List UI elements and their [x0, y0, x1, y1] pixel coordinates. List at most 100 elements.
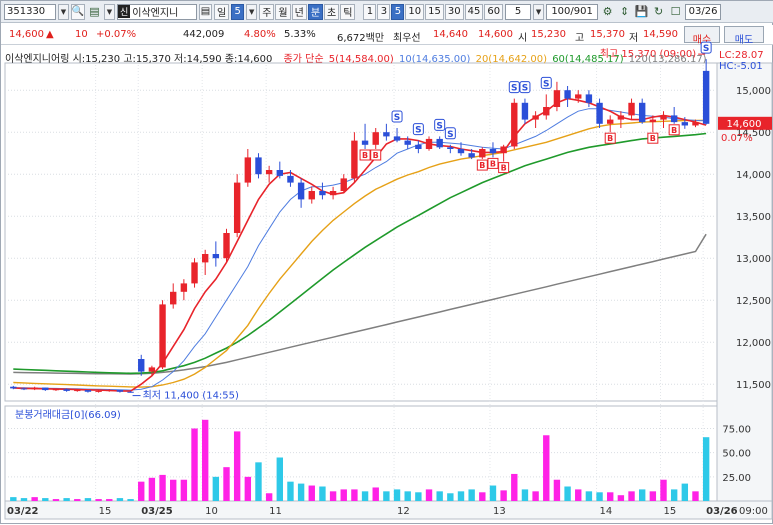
volume-bar [106, 499, 113, 501]
volume-bar [468, 489, 475, 501]
volume-bar [575, 489, 582, 501]
volume-bar [638, 489, 646, 501]
volume-bar [553, 479, 561, 501]
candle-body [20, 388, 28, 390]
volume-bar [361, 491, 369, 501]
candle-body [138, 359, 145, 372]
volume-bar [233, 431, 241, 501]
legend-ma20: 20(14,642.00) [475, 54, 547, 65]
candle-body [95, 390, 102, 392]
volume-bar [74, 499, 81, 501]
sell-signal-text: S [394, 113, 400, 123]
candle-body [84, 390, 92, 392]
current-change-pct: 0.07% [721, 133, 753, 144]
time-axis [4, 500, 773, 520]
time-tick-label: 15 [664, 506, 677, 517]
buy-signal-marker: B [370, 149, 382, 161]
volume-bar [42, 498, 49, 501]
volume-bar [116, 498, 124, 501]
volume-bar [10, 497, 17, 501]
candle-body [638, 102, 646, 123]
candle-body [500, 146, 507, 154]
volume-bar [511, 473, 518, 501]
sell-signal-marker: S [519, 81, 531, 94]
low-price-note: 최저 11,400 (14:55) [143, 390, 239, 402]
volume-bar [52, 499, 60, 501]
sell-signal-text: S [415, 126, 421, 136]
candle-body [585, 94, 593, 103]
candle-body [351, 140, 358, 179]
legend-ma5: 5(14,584.00) [328, 54, 394, 65]
time-tick-label: 13 [493, 506, 506, 517]
volume-pane-title: 분봉거래대금[0](66.09) [15, 409, 121, 421]
volume-bar [628, 491, 635, 501]
buy-signal-marker: B [647, 132, 659, 144]
volume-bar [127, 499, 134, 501]
candle-body [180, 283, 188, 292]
legend-lc: LC:28.07 [719, 50, 764, 61]
candle-body [447, 147, 454, 149]
candle-body [564, 90, 571, 99]
volume-bar [340, 489, 347, 501]
legend-ma10: 10(14,635.00) [398, 54, 471, 65]
price-tick-label: 13,000 [736, 254, 771, 265]
candle-body [553, 90, 561, 107]
volume-bar [31, 497, 38, 501]
buy-signal-text: B [607, 134, 613, 143]
candle-body [404, 140, 411, 145]
candle-body [127, 391, 134, 393]
candle-body [670, 115, 678, 123]
volume-tick-label: 50.00 [722, 449, 751, 460]
buy-signal-text: B [362, 151, 368, 160]
volume-bar [255, 462, 262, 501]
candle-body [511, 102, 518, 147]
current-price-tag-text: 14,600 [727, 119, 762, 130]
volume-bar [351, 489, 358, 501]
price-tick-label: 11,500 [736, 380, 771, 391]
candle-body [297, 182, 305, 200]
sell-signal-text: S [522, 84, 528, 94]
volume-tick-label: 75.00 [722, 425, 751, 436]
sell-signal-marker: S [508, 81, 520, 94]
sell-signal-marker: S [434, 118, 446, 131]
volume-bar [617, 495, 625, 501]
volume-bar [585, 491, 593, 501]
time-tick-label: 03/22 [7, 506, 39, 517]
candle-body [575, 94, 582, 99]
candle-body [276, 170, 283, 176]
volume-bar [670, 489, 678, 501]
time-tick-label: 09:00 [739, 506, 768, 517]
legend-ma60: 60(14,485.17) [552, 54, 624, 65]
volume-bar [20, 498, 28, 501]
candle-body [479, 149, 486, 158]
volume-bar [287, 481, 294, 501]
volume-bar [308, 485, 315, 501]
candle-body [329, 191, 337, 196]
volume-bar [447, 493, 454, 501]
time-tick-label: 14 [600, 506, 613, 517]
buy-signal-marker: B [476, 159, 488, 171]
volume-bar [84, 498, 92, 501]
volume-bar [500, 490, 507, 501]
legend-ma120: 120(13,286.17) [628, 54, 707, 65]
sell-signal-marker: S [540, 76, 552, 89]
buy-signal-text: B [650, 134, 656, 143]
legend-close-type: 종가 단순 [283, 54, 324, 65]
volume-bar [564, 486, 571, 501]
volume-bar [383, 491, 390, 501]
candle-body [244, 157, 252, 183]
legend-ohlc: 이삭엔지니어링 시:15,230 고:15,370 저:14,590 종:14,… [5, 54, 273, 65]
candle-body [10, 386, 17, 389]
time-tick-label: 03/25 [141, 506, 173, 517]
volume-bar [148, 477, 156, 501]
volume-bar [404, 491, 411, 501]
buy-signal-marker: B [498, 162, 510, 174]
volume-bar [265, 493, 273, 501]
volume-bar [702, 437, 710, 501]
sell-signal-marker: S [391, 110, 403, 123]
price-chart[interactable]: 15,00014,50014,00013,50013,00012,50012,0… [1, 1, 773, 525]
time-tick-label: 11 [269, 506, 282, 517]
candle-body [372, 132, 379, 145]
volume-bar [159, 474, 166, 501]
volume-bar [393, 489, 401, 501]
